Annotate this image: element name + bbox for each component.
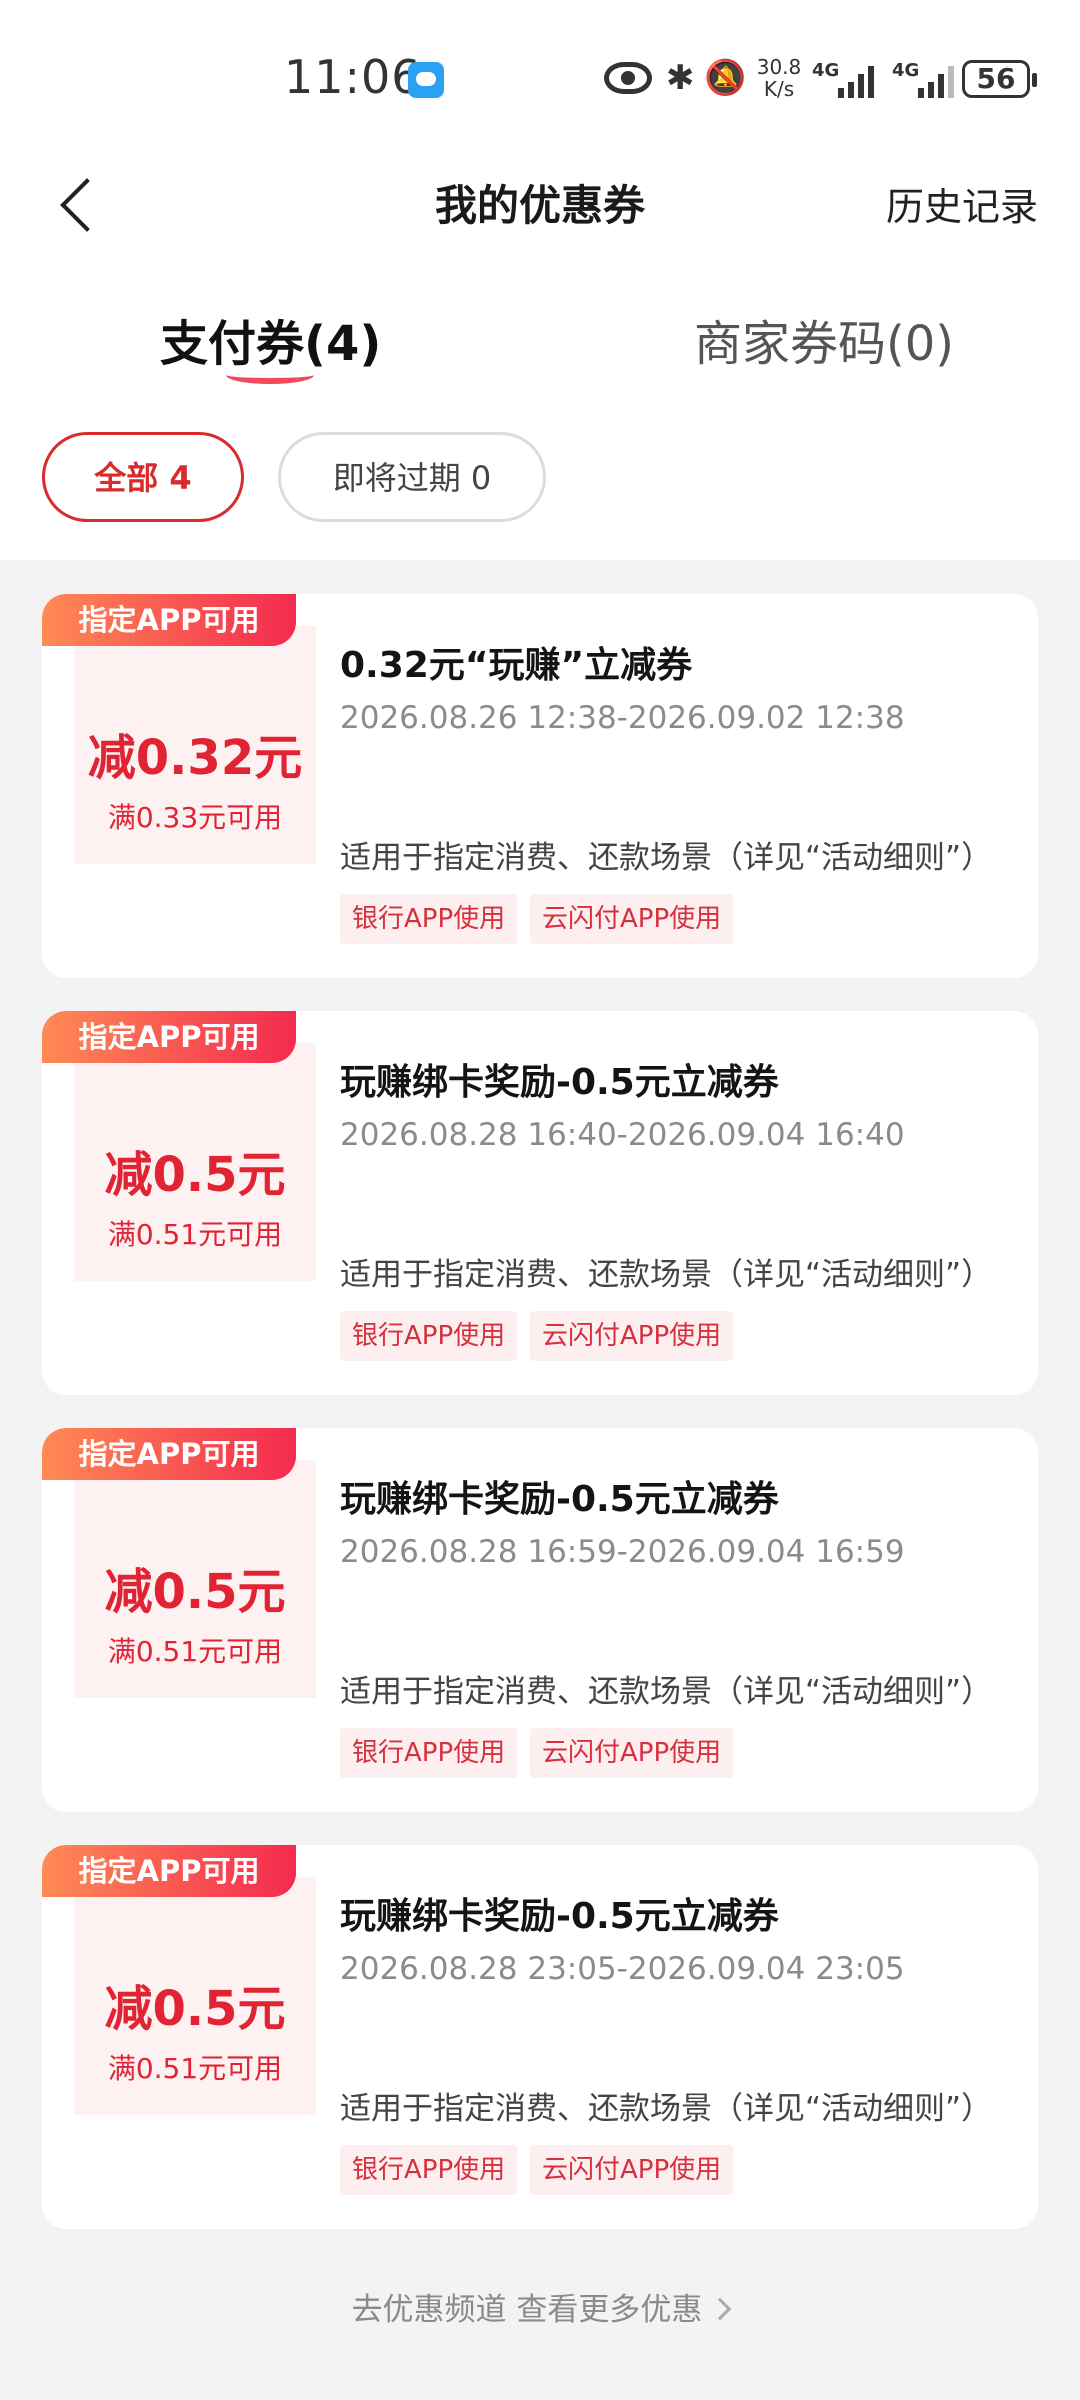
coupon-badge: 银行APP使用 — [340, 894, 518, 944]
coupon-badge: 银行APP使用 — [340, 1311, 518, 1361]
coupon-validity: 2026.08.26 12:38-2026.09.02 12:38 — [340, 700, 905, 736]
coupon-description: 适用于指定消费、还款场景（详见“活动细则”） — [340, 2091, 993, 2127]
coupon-tag: 指定APP可用 — [42, 1845, 296, 1897]
coupon-validity: 2026.08.28 16:40-2026.09.04 16:40 — [340, 1117, 905, 1153]
coupon-badge: 银行APP使用 — [340, 2145, 518, 2195]
coupon-amount: 减0.5元 — [104, 1147, 286, 1203]
coupon-title: 玩赚绑卡奖励-0.5元立减券 — [340, 1896, 779, 1937]
more-offers-link[interactable]: 去优惠频道 查看更多优惠 — [0, 2284, 1080, 2329]
coupon-title: 玩赚绑卡奖励-0.5元立减券 — [340, 1062, 779, 1103]
coupon-description: 适用于指定消费、还款场景（详见“活动细则”） — [340, 1257, 993, 1293]
coupon-badge: 云闪付APP使用 — [530, 894, 734, 944]
coupon-title: 0.32元“玩赚”立减券 — [340, 645, 693, 686]
bell-muted-icon: 🔕 — [704, 58, 747, 98]
coupon-card[interactable]: 减0.5元 满0.51元可用 指定APP可用 玩赚绑卡奖励-0.5元立减券 20… — [42, 1011, 1038, 1395]
coupon-card[interactable]: 减0.5元 满0.51元可用 指定APP可用 玩赚绑卡奖励-0.5元立减券 20… — [42, 1845, 1038, 2229]
coupon-amount: 减0.5元 — [104, 1981, 286, 2037]
signal-icon: 4G — [892, 60, 964, 98]
coupon-amount: 减0.32元 — [87, 730, 303, 786]
filter-expiring-chip[interactable]: 即将过期 0 — [278, 432, 546, 522]
coupon-validity: 2026.08.28 23:05-2026.09.04 23:05 — [340, 1951, 905, 1987]
eye-icon — [604, 62, 652, 94]
coupon-badge: 云闪付APP使用 — [530, 1311, 734, 1361]
coupon-min-spend: 满0.33元可用 — [107, 801, 283, 834]
message-notification-icon — [408, 62, 444, 98]
status-time: 11:06 — [284, 50, 422, 104]
coupon-tag: 指定APP可用 — [42, 594, 296, 646]
signal-icon: 4G — [812, 60, 884, 98]
status-icons: ✱ 🔕 30.8 K/s 4G 4G 56 — [604, 55, 1044, 102]
coupon-badge: 云闪付APP使用 — [530, 1728, 734, 1778]
coupon-tag: 指定APP可用 — [42, 1428, 296, 1480]
coupon-tag: 指定APP可用 — [42, 1011, 296, 1063]
history-button[interactable]: 历史记录 — [886, 176, 1038, 231]
active-tab-indicator — [226, 366, 314, 384]
more-offers-label: 去优惠频道 查看更多优惠 — [351, 2292, 703, 2328]
coupon-amount: 减0.5元 — [104, 1564, 286, 1620]
coupon-amount-box: 减0.5元 满0.51元可用 — [74, 1043, 316, 1281]
coupon-badge: 云闪付APP使用 — [530, 2145, 734, 2195]
tab-merchant-codes[interactable]: 商家券码(0) — [694, 304, 954, 374]
coupon-card[interactable]: 减0.5元 满0.51元可用 指定APP可用 玩赚绑卡奖励-0.5元立减券 20… — [42, 1428, 1038, 1812]
header-area: 11:06 ✱ 🔕 30.8 K/s 4G 4G 56 我的优惠券 历史记录 支… — [0, 0, 1080, 560]
coupon-amount-box: 减0.5元 满0.51元可用 — [74, 1877, 316, 2115]
tab-payment-coupons[interactable]: 支付券(4) — [160, 304, 381, 374]
status-bar: 11:06 ✱ 🔕 30.8 K/s 4G 4G 56 — [0, 0, 1080, 160]
coupon-badge: 银行APP使用 — [340, 1728, 518, 1778]
network-speed: 30.8 K/s — [756, 55, 802, 101]
coupon-description: 适用于指定消费、还款场景（详见“活动细则”） — [340, 1674, 993, 1710]
coupon-min-spend: 满0.51元可用 — [107, 2052, 283, 2085]
coupon-amount-box: 减0.5元 满0.51元可用 — [74, 1460, 316, 1698]
filter-all-chip[interactable]: 全部 4 — [42, 432, 244, 522]
coupon-min-spend: 满0.51元可用 — [107, 1635, 283, 1668]
bluetooth-icon: ✱ — [666, 58, 695, 98]
coupon-amount-box: 减0.32元 满0.33元可用 — [74, 626, 316, 864]
coupon-validity: 2026.08.28 16:59-2026.09.04 16:59 — [340, 1534, 905, 1570]
coupon-description: 适用于指定消费、还款场景（详见“活动细则”） — [340, 840, 993, 876]
battery-icon: 56 — [962, 60, 1037, 98]
chevron-right-icon — [709, 2297, 732, 2321]
coupon-title: 玩赚绑卡奖励-0.5元立减券 — [340, 1479, 779, 1520]
coupon-min-spend: 满0.51元可用 — [107, 1218, 283, 1251]
coupon-card[interactable]: 减0.32元 满0.33元可用 指定APP可用 0.32元“玩赚”立减券 202… — [42, 594, 1038, 978]
